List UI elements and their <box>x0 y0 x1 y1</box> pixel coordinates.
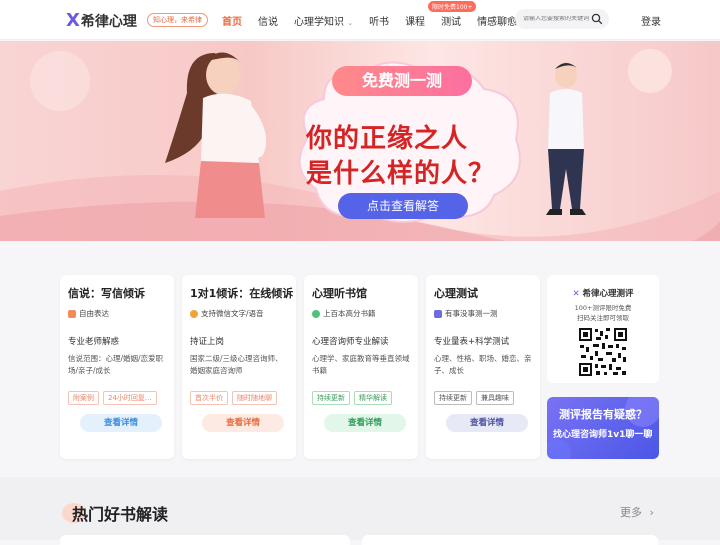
grid-icon <box>434 309 442 318</box>
man-illustration <box>546 62 586 215</box>
card-heading: 持证上岗 <box>190 337 225 347</box>
logo-mark-icon: X <box>66 10 80 31</box>
nav-audiobook[interactable]: 听书 <box>369 13 389 28</box>
chevron-down-icon: ⌄ <box>347 19 354 27</box>
card-letter[interactable]: 信说：写信倾诉 自由表达 专业老师解惑 信说范围：心理/婚姻/恋爱职场/亲子/成… <box>60 275 174 459</box>
book-icon <box>312 309 320 318</box>
card-tag: 持续更新 <box>434 391 472 405</box>
card-psych-test[interactable]: 心理测试 有事没事测一测 专业量表+科学测试 心理、性格、职场、婚恋、亲子、成长… <box>426 275 540 459</box>
qr-line-1: 100+测评限时免费 <box>574 304 632 312</box>
qr-code-icon <box>578 327 628 377</box>
book-card[interactable] <box>60 535 350 545</box>
view-answer-button[interactable]: 点击查看解答 <box>338 193 468 219</box>
card-description: 国家二级/三级心理咨询师、婚姻家庭咨询师 <box>190 354 283 375</box>
card-description: 心理、性格、职场、婚恋、亲子、成长 <box>434 354 532 375</box>
chevron-right-icon: › <box>649 506 654 519</box>
nav-emotional-healing-label: 情感聊愈 <box>477 17 518 28</box>
search-icon[interactable] <box>591 13 603 25</box>
card-subtitle: 有事没事测一测 <box>434 308 532 319</box>
promo-line-2: 找心理咨询师1v1聊一聊 <box>553 430 653 440</box>
wechat-icon <box>190 309 198 318</box>
section-title: 热门好书解读 <box>72 505 169 524</box>
card-tag: 精华解读 <box>354 391 392 405</box>
promo-line-1: 测评报告有疑惑？ <box>559 408 647 421</box>
card-tag: 24小时回复... <box>103 391 157 405</box>
card-subtitle-text: 有事没事测一测 <box>445 309 498 318</box>
card-subtitle: 自由表达 <box>68 308 166 319</box>
banner-headline-2: 是什么样的人？ <box>306 159 496 189</box>
card-title: 信说：写信倾诉 <box>68 287 145 300</box>
main-nav: 首页 信说 心理学知识 ⌄ 听书 课程 测试 情感聊愈 ⌄ <box>222 13 542 28</box>
card-title: 1对1倾诉：在线倾诉 <box>190 287 294 300</box>
card-audiobook[interactable]: 心理听书馆 上百本高分书籍 心理咨询师专业解读 心理学、家庭教育等垂直领域书籍 … <box>304 275 418 459</box>
card-tag: 首次半价 <box>190 391 228 405</box>
view-details-button[interactable]: 查看详情 <box>324 414 406 432</box>
hot-books-section: 热门好书解读 更多 › <box>0 477 720 545</box>
card-title: 心理测试 <box>434 287 478 300</box>
card-title: 心理听书馆 <box>312 287 367 300</box>
promo-banner[interactable]: 测评报告有疑惑？ 找心理咨询师1v1聊一聊 <box>547 397 659 459</box>
nav-psych-knowledge-label: 心理学知识 <box>294 17 344 28</box>
site-logo[interactable]: X 希律心理 <box>66 11 137 31</box>
card-online-talk[interactable]: 1对1倾诉：在线倾诉 支持微信文字/语音 持证上岗 国家二级/三级心理咨询师、婚… <box>182 275 296 459</box>
card-subtitle: 上百本高分书籍 <box>312 308 410 319</box>
mail-icon <box>68 309 76 318</box>
login-link[interactable]: 登录 <box>641 13 661 28</box>
card-subtitle-text: 支持微信文字/语音 <box>201 309 264 318</box>
card-description: 心理学、家庭教育等垂直领域书籍 <box>312 354 410 375</box>
banner-headline-1: 你的正缘之人 <box>306 124 469 154</box>
book-card[interactable] <box>362 535 658 545</box>
logo-mark-icon: ✕ <box>572 289 580 299</box>
card-subtitle: 支持微信文字/语音 <box>190 308 288 319</box>
qr-title-text: 希律心理测评 <box>582 289 634 299</box>
search-box[interactable] <box>515 9 609 29</box>
view-details-button[interactable]: 查看详情 <box>202 414 284 432</box>
woman-illustration <box>165 52 267 218</box>
search-input[interactable] <box>523 16 589 22</box>
card-tag: 附案例 <box>68 391 99 405</box>
card-heading: 专业老师解惑 <box>68 337 120 347</box>
more-link-text: 更多 <box>620 506 642 519</box>
card-subtitle-text: 自由表达 <box>79 309 109 318</box>
qr-card: ✕ 希律心理测评 100+测评限时免费 扫码关注即可领取 <box>547 275 659 383</box>
nav-courses[interactable]: 课程 <box>405 13 425 28</box>
nav-psych-knowledge[interactable]: 心理学知识 ⌄ <box>294 13 353 28</box>
card-heading: 专业量表+科学测试 <box>434 337 510 347</box>
card-tag: 随时随地聊 <box>232 391 277 405</box>
banner-top-label: 免费测一测 <box>332 66 472 96</box>
card-description: 信说范围：心理/婚姻/恋爱职场/亲子/成长 <box>68 354 164 375</box>
nav-home[interactable]: 首页 <box>222 13 242 28</box>
card-tag: 持续更新 <box>312 391 350 405</box>
logo-text: 希律心理 <box>80 14 137 30</box>
card-heading: 心理咨询师专业解读 <box>312 337 389 347</box>
nav-xinshuo[interactable]: 信说 <box>258 13 278 28</box>
top-header: X 希律心理 知心理，来希律 首页 信说 心理学知识 ⌄ 听书 课程 测试 情感… <box>0 0 720 40</box>
nav-tests[interactable]: 测试 <box>441 13 461 28</box>
free-badge: 限时免费100+ <box>428 1 477 12</box>
more-link[interactable]: 更多 › <box>620 504 654 520</box>
card-subtitle-text: 上百本高分书籍 <box>323 309 376 318</box>
hero-banner[interactable]: 免费测一测 你的正缘之人 是什么样的人？ 点击查看解答 <box>0 41 720 241</box>
view-details-button[interactable]: 查看详情 <box>446 414 528 432</box>
view-details-button[interactable]: 查看详情 <box>80 414 162 432</box>
qr-line-2: 扫码关注即可领取 <box>577 314 629 322</box>
slogan-badge: 知心理，来希律 <box>147 13 208 27</box>
qr-title: ✕ 希律心理测评 <box>547 287 659 299</box>
card-tag: 兼具趣味 <box>476 391 514 405</box>
